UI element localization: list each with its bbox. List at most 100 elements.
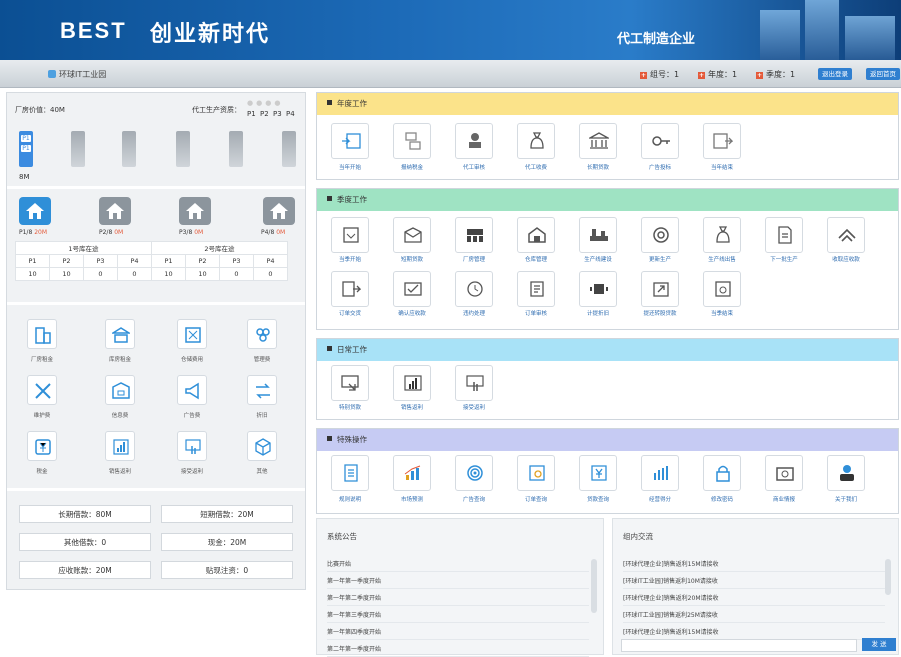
tax-report-button[interactable]	[393, 123, 431, 159]
chat-scrollbar[interactable]	[885, 559, 891, 595]
production-line-slot[interactable]	[229, 131, 243, 167]
market-forecast-button[interactable]	[393, 455, 431, 491]
default-handle-button[interactable]	[455, 271, 493, 307]
long-loan-button[interactable]	[579, 123, 617, 159]
storage-fee-button[interactable]	[177, 319, 207, 349]
about-us-button[interactable]	[827, 455, 865, 491]
rules-label: 规则说明	[338, 497, 361, 503]
score-button[interactable]	[641, 455, 679, 491]
operations-area: 年度工作 当年开始 报纳税金 代工审核 代工收费 长期贷款 广告投标 当年结束 …	[316, 92, 899, 514]
warehouse-p3[interactable]	[179, 197, 211, 225]
year-end-button[interactable]	[703, 123, 741, 159]
tax-button[interactable]	[27, 431, 57, 461]
money-bag-icon	[530, 132, 544, 149]
business-intel-button[interactable]	[765, 455, 803, 491]
short-loan-button[interactable]	[393, 217, 431, 253]
oem-fee-label: 代工收费	[524, 165, 547, 171]
pipeline-header: P3	[219, 254, 254, 268]
order-review-button[interactable]	[517, 271, 555, 307]
production-line-slot[interactable]	[282, 131, 296, 167]
pipeline-cell: 10	[185, 267, 220, 281]
pipeline-header: P1	[151, 254, 186, 268]
chat-input[interactable]	[621, 639, 857, 652]
daily-sales-rebate-button[interactable]	[393, 365, 431, 401]
accept-rebate-button[interactable]	[177, 431, 207, 461]
warehouse-p4[interactable]	[263, 197, 295, 225]
rent-factory-button[interactable]	[27, 319, 57, 349]
document-icon	[344, 464, 358, 482]
line-build-button[interactable]	[579, 217, 617, 253]
oem-review-button[interactable]	[455, 123, 493, 159]
management-fee-button[interactable]	[247, 319, 277, 349]
order-query-button[interactable]	[517, 455, 555, 491]
factory-section: 厂房价值：40M 代工生产资质： ●●●● P1 P2 P3 P4 P1 P1 8…	[7, 93, 305, 189]
building-graphic	[805, 0, 839, 60]
yuan-icon	[591, 465, 607, 481]
logout-button[interactable]: 退出登录	[818, 68, 852, 80]
daily-accept-rebate-button[interactable]	[455, 365, 493, 401]
rent-warehouse-button[interactable]	[105, 319, 135, 349]
depreciation-button[interactable]	[247, 375, 277, 405]
house-icon	[26, 203, 44, 219]
production-line-slot[interactable]	[176, 131, 190, 167]
home-button[interactable]: 返回首页	[866, 68, 900, 80]
send-button[interactable]: 发 送	[862, 638, 896, 651]
production-line-slot[interactable]	[71, 131, 85, 167]
sales-rebate-button[interactable]	[105, 431, 135, 461]
warehouse-count: P4/8	[261, 229, 275, 236]
depreciation-label: 折旧	[256, 413, 268, 419]
clock-icon	[467, 281, 483, 297]
oem-fee-button[interactable]	[517, 123, 555, 159]
year-start-button[interactable]	[331, 123, 369, 159]
change-password-button[interactable]	[703, 455, 741, 491]
quarter-start-button[interactable]	[331, 217, 369, 253]
warehouse-p2[interactable]	[99, 197, 131, 225]
form-icon	[405, 132, 421, 150]
notice-scrollbar[interactable]	[591, 559, 597, 613]
line-sale-button[interactable]	[703, 217, 741, 253]
info-fee-button[interactable]	[105, 375, 135, 405]
other-fee-button[interactable]	[247, 431, 277, 461]
update-production-button[interactable]	[641, 217, 679, 253]
warehouse-p1[interactable]	[19, 197, 51, 225]
ad-query-button[interactable]	[455, 455, 493, 491]
factory-manage-button[interactable]	[455, 217, 493, 253]
warehouse-manage-button[interactable]	[517, 217, 555, 253]
long-loan-label: 长期贷款	[586, 165, 609, 171]
tools-icon	[35, 383, 51, 399]
production-line-slot[interactable]	[122, 131, 136, 167]
daily-accept-rebate-label: 接受返利	[462, 405, 485, 411]
banner: BEST 创业新时代 代工制造企业	[0, 0, 901, 60]
briefcase-icon	[776, 467, 794, 481]
year-work-panel: 年度工作 当年开始 报纳税金 代工审核 代工收费 长期贷款 广告投标 当年结束	[316, 92, 899, 180]
loan-query-button[interactable]	[579, 455, 617, 491]
rent-warehouse-label: 库房租金	[108, 357, 131, 363]
confirm-receivable-button[interactable]	[393, 271, 431, 307]
rules-button[interactable]	[331, 455, 369, 491]
year-end-label: 当年结束	[710, 165, 733, 171]
export-icon	[653, 282, 669, 297]
quarter-end-button[interactable]	[703, 271, 741, 307]
product-stack[interactable]: P1 P1	[19, 131, 33, 167]
bank-icon	[589, 132, 609, 149]
pipeline-cell: 10	[15, 267, 50, 281]
warehouse-icon	[528, 227, 546, 243]
year-work-body: 当年开始 报纳税金 代工审核 代工收费 长期贷款 广告投标 当年结束	[317, 115, 898, 179]
special-ops-body: 规则说明 市场预测 广告查询 订单查询 贷款查询 经营得分 修改密码 商业情报 …	[317, 451, 898, 513]
accrue-depreciation-label: 计提折旧	[586, 311, 609, 317]
accrue-depreciation-button[interactable]	[579, 271, 617, 307]
next-batch-button[interactable]	[765, 217, 803, 253]
line-p1: P1	[247, 110, 256, 118]
ad-bid-button[interactable]	[641, 123, 679, 159]
special-loan-button[interactable]	[331, 365, 369, 401]
about-us-label: 关于我们	[834, 497, 857, 503]
maintenance-fee-button[interactable]	[27, 375, 57, 405]
collect-receivable-button[interactable]	[827, 217, 865, 253]
document-icon	[778, 226, 792, 244]
line-p4: P4	[286, 110, 295, 118]
folder-icon	[112, 382, 130, 399]
ad-fee-button[interactable]	[177, 375, 207, 405]
building-graphic	[760, 10, 800, 60]
order-delivery-button[interactable]	[331, 271, 369, 307]
repay-loan-button[interactable]	[641, 271, 679, 307]
